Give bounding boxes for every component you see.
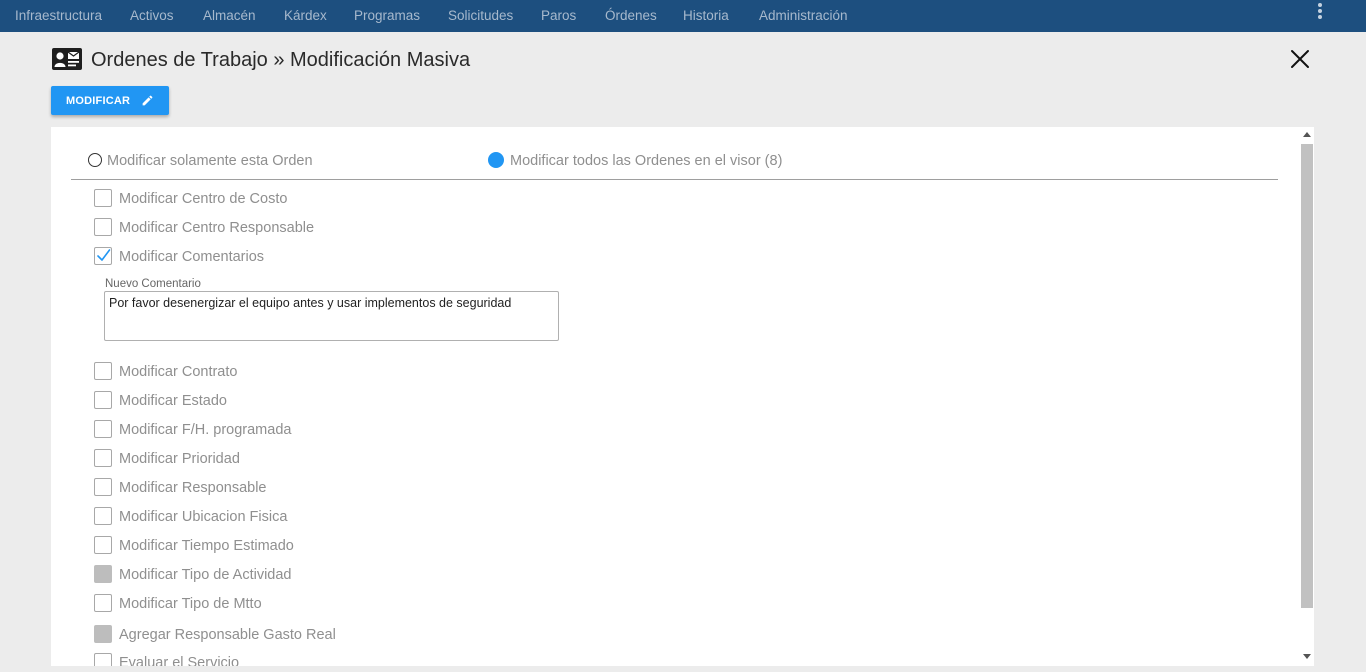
option-label: Modificar Comentarios — [119, 249, 265, 265]
nav-item-almacen[interactable]: Almacén — [203, 0, 256, 32]
pencil-icon — [142, 95, 153, 106]
option-label: Modificar Contrato — [119, 364, 238, 380]
checkbox-responsable-gasto-real — [94, 625, 112, 643]
radio-all[interactable] — [488, 152, 504, 168]
nav-item-programas[interactable]: Programas — [354, 0, 420, 32]
option-label: Modificar Prioridad — [119, 451, 240, 467]
checkbox-tipo-actividad — [94, 565, 112, 583]
option-label: Modificar Tipo de Mtto — [119, 596, 262, 612]
option-label: Evaluar el Servicio — [119, 655, 240, 666]
more-vert-icon[interactable] — [1312, 3, 1328, 25]
checkbox-comentarios[interactable] — [94, 247, 112, 265]
modify-button-label: MODIFICAR — [66, 95, 131, 107]
checkbox-contrato[interactable] — [94, 362, 112, 380]
close-icon[interactable] — [1289, 48, 1311, 70]
nav-item-administracion[interactable]: Administración — [759, 0, 848, 32]
option-label: Modificar Tiempo Estimado — [119, 538, 294, 554]
scrollbar-thumb[interactable] — [1301, 144, 1313, 608]
option-label: Modificar F/H. programada — [119, 422, 292, 438]
checkbox-prioridad[interactable] — [94, 449, 112, 467]
nav-item-kardex[interactable]: Kárdex — [284, 0, 327, 32]
scope-option-all-label: Modificar todos las Ordenes en el visor … — [510, 153, 783, 169]
nav-item-activos[interactable]: Activos — [130, 0, 174, 32]
comment-textarea[interactable]: Por favor desenergizar el equipo antes y… — [104, 291, 559, 341]
nav-item-ordenes[interactable]: Órdenes — [605, 0, 657, 32]
option-label: Modificar Centro de Costo — [119, 191, 288, 207]
option-label: Agregar Responsable Gasto Real — [119, 627, 336, 643]
option-label: Modificar Responsable — [119, 480, 267, 496]
checkbox-centro-responsable[interactable] — [94, 218, 112, 236]
check-icon — [97, 249, 111, 261]
option-label: Modificar Tipo de Actividad — [119, 567, 292, 583]
checkbox-tiempo-estimado[interactable] — [94, 536, 112, 554]
divider — [71, 179, 1278, 180]
nav-item-solicitudes[interactable]: Solicitudes — [448, 0, 513, 32]
radio-single[interactable] — [88, 153, 102, 167]
checkbox-centro-costo[interactable] — [94, 189, 112, 207]
top-nav-bar: Infraestructura Activos Almacén Kárdex P… — [0, 0, 1366, 32]
checkbox-estado[interactable] — [94, 391, 112, 409]
option-label: Modificar Ubicacion Fisica — [119, 509, 288, 525]
nav-item-infraestructura[interactable]: Infraestructura — [15, 0, 102, 32]
checkbox-ubicacion-fisica[interactable] — [94, 507, 112, 525]
scroll-up-arrow-icon[interactable] — [1303, 132, 1311, 137]
comment-field-label: Nuevo Comentario — [105, 278, 201, 290]
modify-button[interactable]: MODIFICAR — [51, 86, 169, 115]
nav-item-historia[interactable]: Historia — [683, 0, 729, 32]
scroll-down-arrow-icon[interactable] — [1303, 654, 1311, 659]
checkbox-responsable[interactable] — [94, 478, 112, 496]
contact-card-icon — [52, 48, 82, 70]
option-label: Modificar Estado — [119, 393, 227, 409]
panel-scrollbar[interactable] — [1300, 127, 1314, 666]
option-label: Modificar Centro Responsable — [119, 220, 315, 236]
checkbox-fh-programada[interactable] — [94, 420, 112, 438]
checkbox-evaluar-servicio[interactable] — [94, 653, 112, 666]
checkbox-tipo-mtto[interactable] — [94, 594, 112, 612]
modification-panel: Modificar solamente esta Orden Modificar… — [51, 127, 1314, 666]
scope-option-single-label: Modificar solamente esta Orden — [107, 153, 313, 169]
nav-item-paros[interactable]: Paros — [541, 0, 576, 32]
page-title: Ordenes de Trabajo » Modificación Masiva — [91, 49, 471, 71]
